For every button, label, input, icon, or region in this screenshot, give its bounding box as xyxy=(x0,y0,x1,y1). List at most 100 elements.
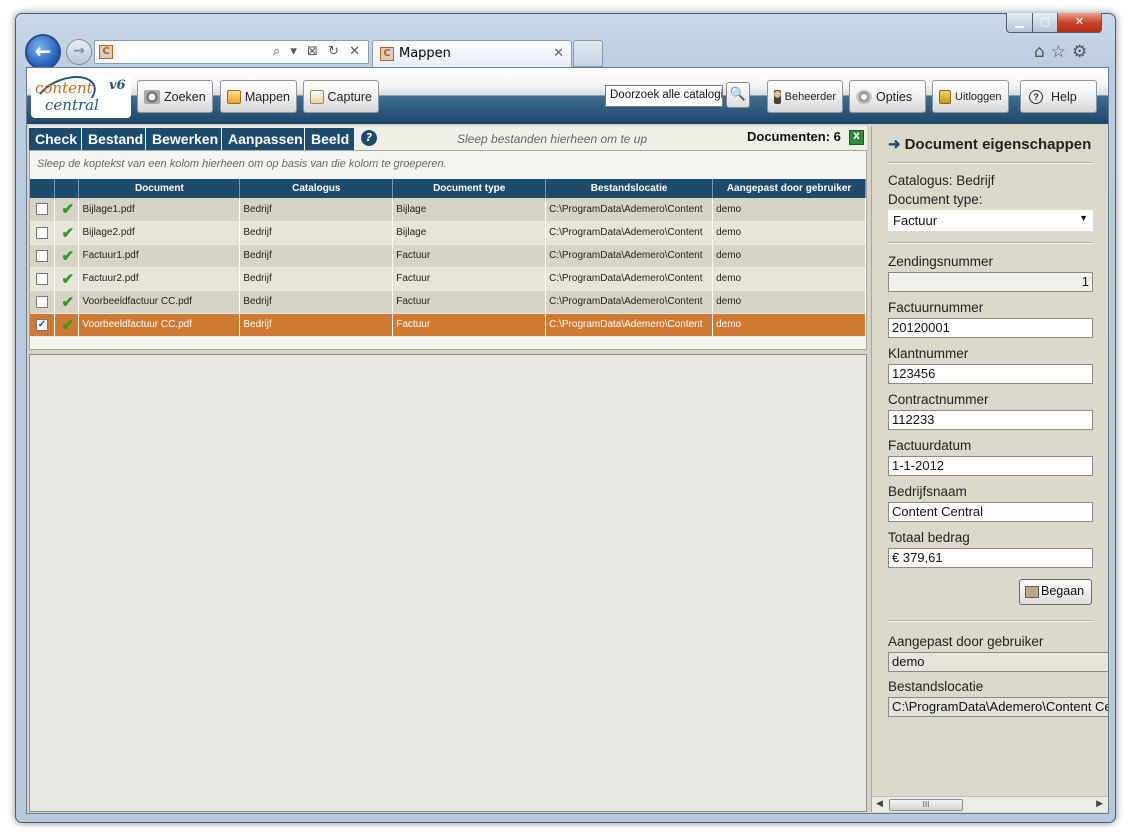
column-header-document-type[interactable]: Document type xyxy=(392,179,547,198)
search-icon xyxy=(144,89,160,104)
excel-export-icon[interactable]: X xyxy=(849,130,864,145)
maximize-button[interactable]: ▢ xyxy=(1032,13,1058,33)
catalog-search-button[interactable]: 🔍 xyxy=(726,82,750,108)
table-row[interactable]: ✔ Factuur1.pdf Bedrijf Factuur C:\Progra… xyxy=(30,244,866,268)
cell-locatie: C:\ProgramData\Ademero\Content xyxy=(545,290,714,314)
menu-aanpassen[interactable]: Aanpassen xyxy=(222,128,304,150)
cell-document: Factuur1.pdf xyxy=(78,244,241,268)
cell-document: Voorbeeldfactuur CC.pdf xyxy=(78,313,241,337)
factuurnummer-field[interactable]: 20120001 xyxy=(888,318,1093,338)
back-button[interactable]: ← xyxy=(25,34,61,70)
cell-catalogus: Bedrijf xyxy=(239,221,394,245)
table-header-row: Document Catalogus Document type Bestand… xyxy=(30,179,866,198)
location-label: Bestandslocatie xyxy=(888,679,984,694)
row-checkbox[interactable] xyxy=(30,198,56,222)
table-row[interactable]: ✔ Voorbeeldfactuur CC.pdf Bedrijf Factuu… xyxy=(30,290,866,314)
row-checkbox[interactable] xyxy=(30,267,56,291)
menu-bestand[interactable]: Bestand xyxy=(82,128,145,150)
zendingsnummer-label: Zendingsnummer xyxy=(888,254,994,269)
column-header-aangepast[interactable]: Aangepast door gebruiker xyxy=(712,179,866,198)
cell-catalogus: Bedrijf xyxy=(239,313,394,337)
content-central-logo: content central v6 xyxy=(30,68,131,124)
site-favicon-icon: C xyxy=(99,45,113,59)
cell-locatie: C:\ProgramData\Ademero\Content xyxy=(545,267,714,291)
lock-icon xyxy=(939,89,951,104)
contractnummer-field[interactable]: 112233 xyxy=(888,410,1093,430)
status-column-header[interactable] xyxy=(54,179,80,198)
beheerder-button[interactable]: Beheerder xyxy=(767,80,843,113)
capture-button[interactable]: Capture xyxy=(303,80,379,113)
cell-user: demo xyxy=(712,221,866,245)
klantnummer-field[interactable]: 123456 xyxy=(888,364,1093,384)
help-icon: ? xyxy=(1029,89,1043,104)
cell-catalogus: Bedrijf xyxy=(239,244,394,268)
minimize-button[interactable]: ▁ xyxy=(1006,13,1033,33)
cell-user: demo xyxy=(712,244,866,268)
tab-title: Mappen xyxy=(399,46,451,61)
uitloggen-button[interactable]: Uitloggen xyxy=(932,80,1009,113)
menu-bewerken[interactable]: Bewerken xyxy=(146,128,221,150)
scroll-left-icon[interactable]: ◀ xyxy=(876,798,883,809)
commit-icon xyxy=(1025,585,1039,598)
cell-locatie: C:\ProgramData\Ademero\Content xyxy=(545,198,714,222)
cell-document: Bijlage1.pdf xyxy=(78,198,241,222)
document-preview-area[interactable] xyxy=(29,354,867,812)
zendingsnummer-field[interactable]: 1 xyxy=(888,272,1093,292)
tab-close-icon[interactable]: ✕ xyxy=(553,41,564,67)
modified-by-field: demo xyxy=(888,652,1108,672)
documents-table: Document Catalogus Document type Bestand… xyxy=(30,179,866,337)
opties-button[interactable]: Opties xyxy=(849,80,926,113)
cell-user: demo xyxy=(712,290,866,314)
group-by-hint[interactable]: Sleep de koptekst van een kolom hierheen… xyxy=(37,158,447,170)
checkmark-icon: ✔ xyxy=(54,290,80,314)
menu-check[interactable]: Check xyxy=(29,128,81,150)
divider xyxy=(888,162,1093,164)
doctype-label: Document type: xyxy=(888,192,983,207)
capture-icon xyxy=(310,89,324,104)
column-header-document[interactable]: Document xyxy=(78,179,241,198)
close-window-button[interactable]: ✕ xyxy=(1057,13,1102,33)
table-row[interactable]: ✔ Bijlage2.pdf Bedrijf Bijlage C:\Progra… xyxy=(30,221,866,245)
home-icon[interactable]: ⌂ xyxy=(1034,42,1051,62)
divider xyxy=(888,620,1093,622)
bedrijfsnaam-field[interactable]: Content Central xyxy=(888,502,1093,522)
column-header-catalogus[interactable]: Catalogus xyxy=(239,179,394,198)
properties-title: ➜ Document eigenschappen xyxy=(888,135,1091,153)
menu-beeld[interactable]: Beeld xyxy=(305,128,354,150)
select-column-header[interactable] xyxy=(30,179,56,198)
row-checkbox[interactable] xyxy=(30,244,56,268)
row-checkbox[interactable] xyxy=(30,290,56,314)
horizontal-scrollbar[interactable]: ◀ III ▶ xyxy=(872,796,1108,812)
forward-button[interactable]: → xyxy=(66,39,92,65)
row-checkbox[interactable] xyxy=(30,221,56,245)
upload-drop-message[interactable]: Sleep bestanden hierheen om te up xyxy=(457,132,647,146)
new-tab-button[interactable] xyxy=(573,40,603,67)
documents-pane: Check Bestand Bewerken Aanpassen Beeld ?… xyxy=(29,126,867,812)
mappen-button[interactable]: Mappen xyxy=(220,80,297,113)
address-controls[interactable]: ⌕ ▾ ⊠ ↻ ✕ xyxy=(273,44,363,59)
scroll-thumb[interactable]: III xyxy=(889,799,963,811)
scroll-right-icon[interactable]: ▶ xyxy=(1096,798,1103,809)
table-row[interactable]: ✔ Factuur2.pdf Bedrijf Factuur C:\Progra… xyxy=(30,267,866,291)
app-toolbar: content central v6 Zoeken Mappen Capture… xyxy=(27,68,1108,124)
tab-mappen[interactable]: C Mappen ✕ xyxy=(372,40,572,68)
context-help-icon[interactable]: ? xyxy=(361,130,377,146)
column-header-bestandslocatie[interactable]: Bestandslocatie xyxy=(545,179,714,198)
favorites-star-icon[interactable]: ☆ xyxy=(1051,42,1072,62)
zoeken-button[interactable]: Zoeken xyxy=(137,80,213,113)
doctype-select[interactable]: Factuur ▼ xyxy=(888,210,1093,231)
table-row[interactable]: ✔ Bijlage1.pdf Bedrijf Bijlage C:\Progra… xyxy=(30,198,866,222)
totaal-bedrag-field[interactable]: € 379,61 xyxy=(888,548,1093,568)
cell-locatie: C:\ProgramData\Ademero\Content xyxy=(545,244,714,268)
row-checkbox-checked[interactable]: ✓ xyxy=(30,313,56,337)
gear-icon[interactable]: ⚙ xyxy=(1072,42,1093,62)
address-bar[interactable]: C ⌕ ▾ ⊠ ↻ ✕ xyxy=(94,40,369,64)
catalog-search-input[interactable]: Doorzoek alle catalogi xyxy=(605,85,723,107)
browser-tools: ⌂☆⚙ xyxy=(1034,42,1093,62)
table-row-selected[interactable]: ✓ ✔ Voorbeeldfactuur CC.pdf Bedrijf Fact… xyxy=(30,313,866,337)
help-button[interactable]: ? Help xyxy=(1020,80,1097,113)
begaan-button[interactable]: Begaan xyxy=(1019,579,1092,605)
checkmark-icon: ✔ xyxy=(54,267,80,291)
factuurdatum-field[interactable]: 1-1-2012 xyxy=(888,456,1093,476)
factuurdatum-label: Factuurdatum xyxy=(888,438,972,453)
